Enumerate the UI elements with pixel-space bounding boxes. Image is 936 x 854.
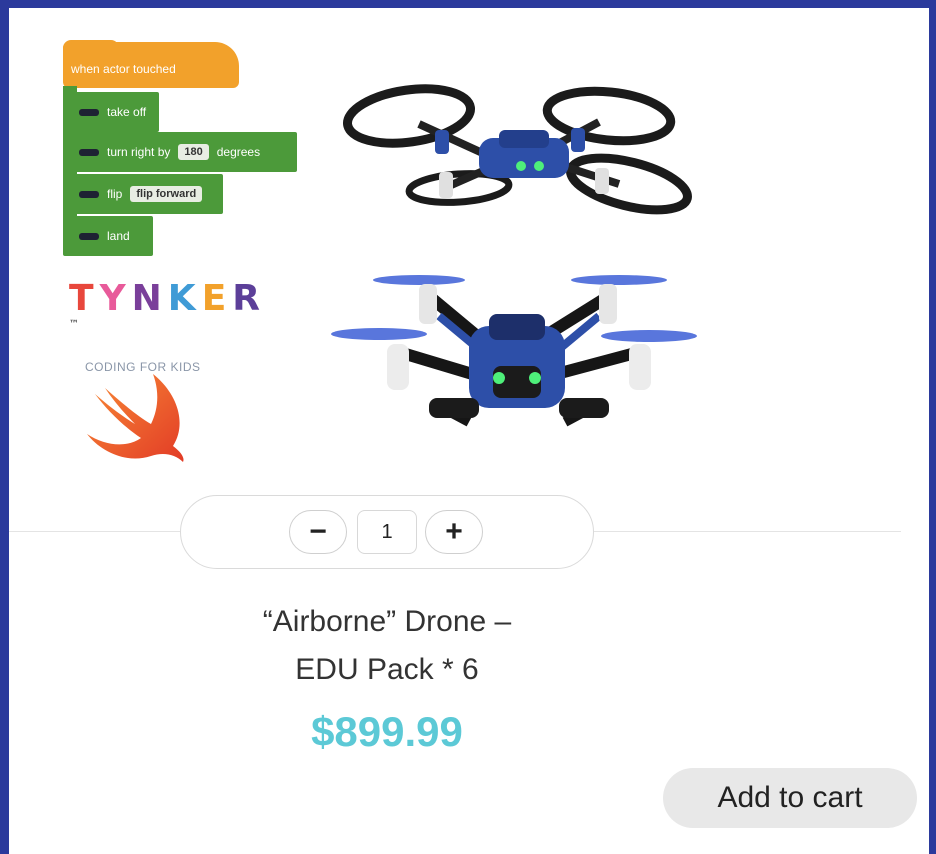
product-price: $899.99	[311, 708, 463, 755]
tynker-wordmark: TYNKER ™	[69, 278, 269, 360]
product-title-line: EDU Pack * 6	[295, 653, 479, 686]
product-title-line: “Airborne” Drone –	[262, 605, 512, 638]
quantity-selector: − +	[180, 495, 594, 569]
command-label: land	[107, 229, 130, 243]
increase-quantity-button[interactable]: +	[425, 510, 483, 554]
hat-block: when actor touched	[63, 40, 239, 88]
drone-icon	[79, 190, 99, 198]
command-label: take off	[107, 105, 147, 119]
command-suffix: degrees	[216, 145, 261, 159]
tynker-logo: TYNKER™ CODING FOR KIDS	[69, 278, 269, 374]
product-title[interactable]: “Airborne” Drone – EDU Pack * 6	[179, 598, 595, 694]
drone-icon	[331, 275, 697, 427]
drone-icon	[342, 84, 692, 215]
hat-block-label: when actor touched	[71, 62, 176, 76]
command-value: 180	[178, 144, 209, 160]
add-to-cart-button[interactable]: Add to cart	[663, 768, 917, 828]
command-label: flip	[107, 187, 123, 201]
tynker-letter: K	[167, 278, 202, 319]
drone-icon	[79, 232, 99, 240]
decrease-quantity-button[interactable]: −	[289, 510, 347, 554]
command-label: turn right by	[107, 145, 171, 159]
quantity-input[interactable]	[357, 510, 417, 554]
drone-icon	[79, 148, 99, 156]
product-image[interactable]: when actor touched take off turn right b…	[49, 36, 709, 476]
tynker-letter: R	[232, 278, 267, 319]
minus-icon: −	[309, 515, 327, 548]
tynker-trademark: ™	[69, 319, 85, 330]
tynker-letter: Y	[99, 278, 132, 319]
code-blocks: when actor touched take off turn right b…	[63, 40, 303, 256]
command-block: turn right by 180 degrees	[63, 132, 297, 172]
command-block: land	[63, 216, 153, 256]
product-card: when actor touched take off turn right b…	[9, 8, 929, 854]
tynker-letter: E	[201, 278, 233, 319]
drone-icon	[79, 108, 99, 116]
tynker-letter: N	[131, 278, 168, 319]
tynker-letter: T	[69, 278, 100, 319]
plus-icon: +	[445, 515, 463, 548]
swift-logo-icon	[87, 374, 184, 462]
command-value: flip forward	[130, 186, 203, 202]
command-block: flip flip forward	[63, 174, 223, 214]
command-block: take off	[63, 92, 159, 132]
